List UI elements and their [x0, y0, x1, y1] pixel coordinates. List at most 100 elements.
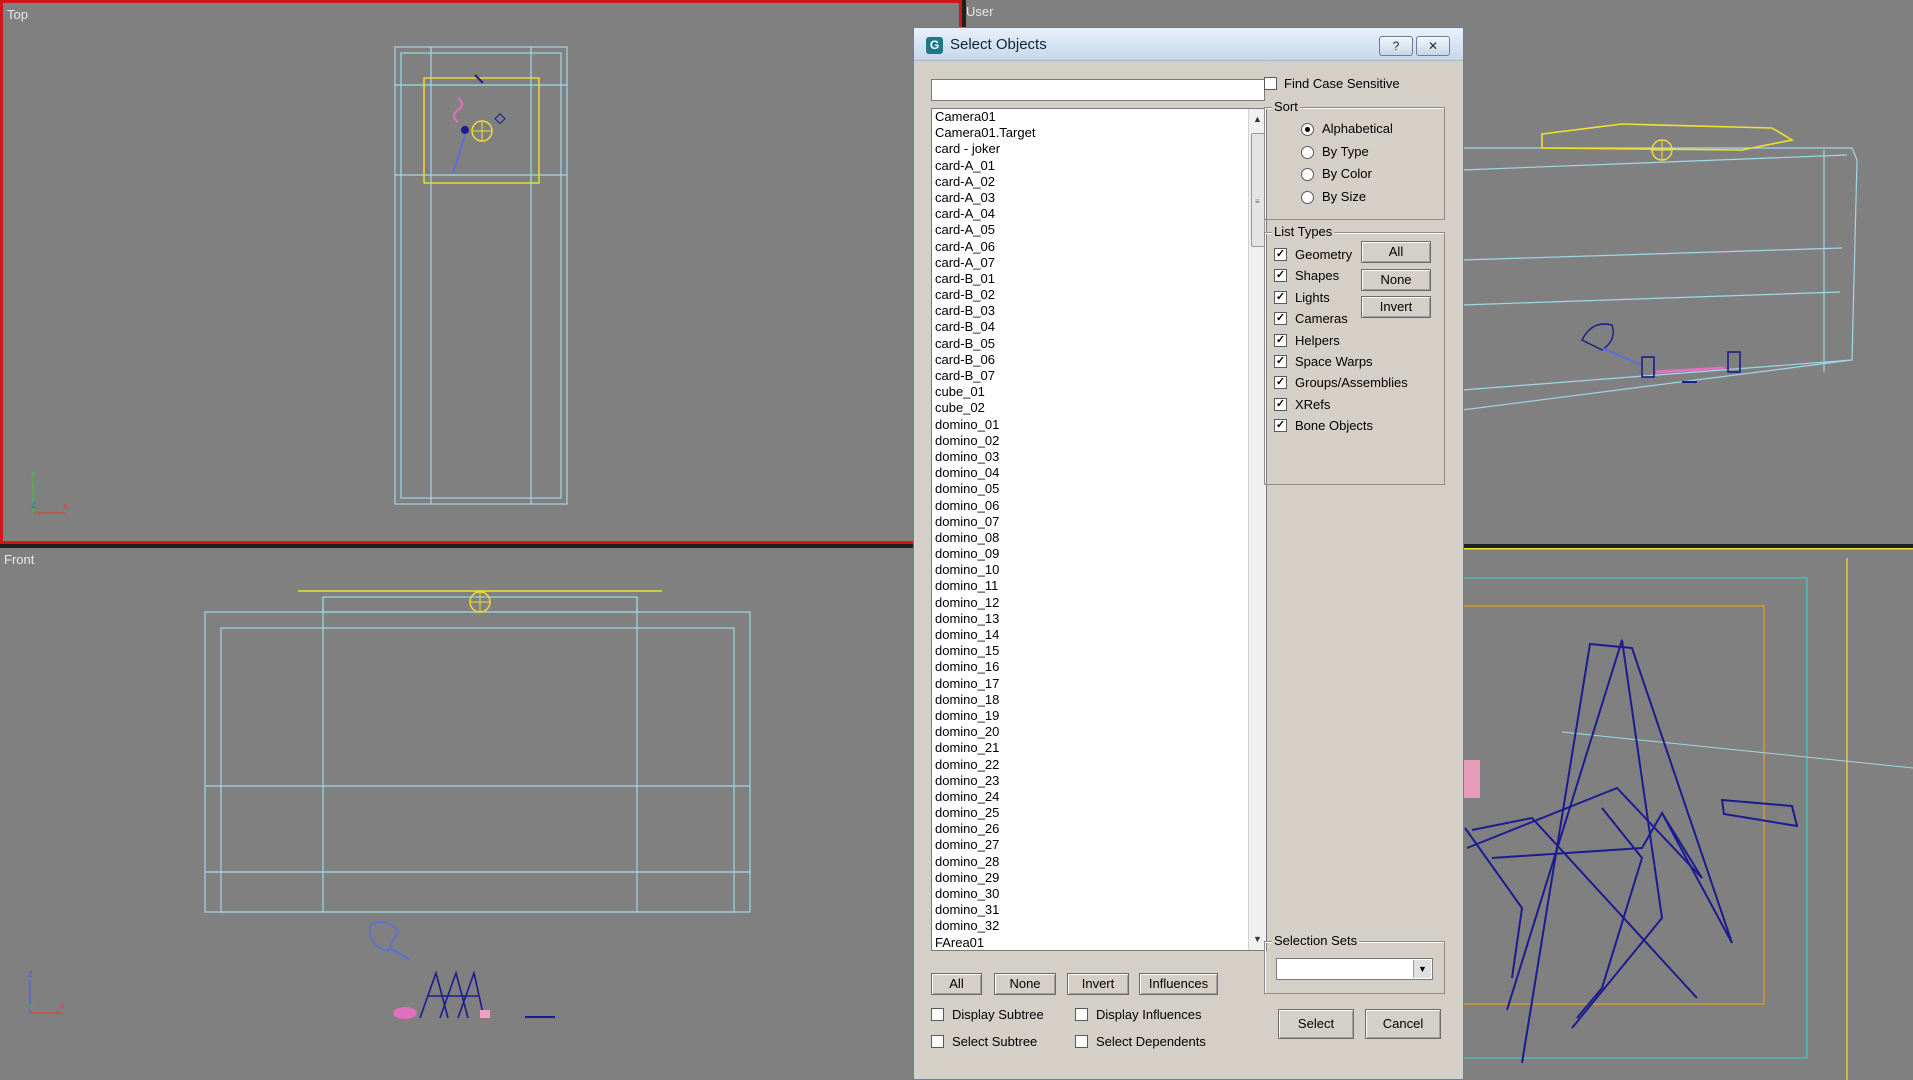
- display-subtree-label[interactable]: Display Subtree: [952, 1007, 1044, 1022]
- list-type-helpers-checkbox[interactable]: ✓: [1274, 333, 1287, 347]
- list-item[interactable]: card-A_02: [932, 174, 1249, 190]
- list-type-groups-assemblies-label[interactable]: Groups/Assemblies: [1295, 375, 1408, 390]
- list-item[interactable]: card-B_01: [932, 271, 1249, 287]
- list-item[interactable]: card-B_06: [932, 352, 1249, 368]
- list-item[interactable]: domino_10: [932, 562, 1249, 578]
- list-type-shapes-checkbox[interactable]: ✓: [1274, 269, 1287, 283]
- list-item[interactable]: domino_13: [932, 611, 1249, 627]
- list-item[interactable]: domino_11: [932, 578, 1249, 594]
- list-type-bone-objects-checkbox[interactable]: ✓: [1274, 419, 1287, 433]
- select-none-button[interactable]: None: [994, 973, 1056, 995]
- list-item[interactable]: domino_28: [932, 854, 1249, 870]
- select-all-button[interactable]: All: [931, 973, 982, 995]
- list-item[interactable]: Camera01.Target: [932, 125, 1249, 141]
- search-input[interactable]: [931, 79, 1265, 101]
- list-type-xrefs-label[interactable]: XRefs: [1295, 397, 1330, 412]
- list-item[interactable]: card-A_05: [932, 222, 1249, 238]
- chevron-down-icon[interactable]: ▼: [1413, 960, 1431, 978]
- scroll-thumb[interactable]: ≡: [1251, 133, 1265, 247]
- list-type-geometry-label[interactable]: Geometry: [1295, 247, 1352, 262]
- select-button[interactable]: Select: [1278, 1009, 1354, 1039]
- object-list[interactable]: Camera01 Camera01.Target card - joker card-…: [931, 108, 1267, 951]
- list-item[interactable]: domino_02: [932, 433, 1249, 449]
- list-item[interactable]: domino_23: [932, 773, 1249, 789]
- display-influences-checkbox[interactable]: [1075, 1008, 1088, 1021]
- list-item[interactable]: domino_09: [932, 546, 1249, 562]
- sort-by-size-radio[interactable]: [1301, 191, 1314, 204]
- find-case-sensitive-checkbox[interactable]: [1264, 77, 1277, 90]
- sort-alphabetical-radio[interactable]: [1301, 123, 1314, 136]
- sort-by-type-radio[interactable]: [1301, 146, 1314, 159]
- list-item[interactable]: card-A_06: [932, 239, 1249, 255]
- list-type-xrefs-checkbox[interactable]: ✓: [1274, 397, 1287, 411]
- list-item[interactable]: domino_24: [932, 789, 1249, 805]
- list-item[interactable]: domino_29: [932, 870, 1249, 886]
- select-subtree-checkbox[interactable]: [931, 1035, 944, 1048]
- sort-by-size-label[interactable]: By Size: [1322, 189, 1366, 204]
- list-item[interactable]: domino_06: [932, 498, 1249, 514]
- select-influences-button[interactable]: Influences: [1139, 973, 1218, 995]
- list-item[interactable]: domino_07: [932, 514, 1249, 530]
- list-item[interactable]: domino_20: [932, 724, 1249, 740]
- list-item[interactable]: domino_08: [932, 530, 1249, 546]
- list-item[interactable]: domino_19: [932, 708, 1249, 724]
- list-item[interactable]: card-A_04: [932, 206, 1249, 222]
- sort-alphabetical-label[interactable]: Alphabetical: [1322, 121, 1393, 136]
- list-type-lights-label[interactable]: Lights: [1295, 290, 1330, 305]
- list-item[interactable]: card - joker: [932, 141, 1249, 157]
- list-type-bone-objects-label[interactable]: Bone Objects: [1295, 418, 1373, 433]
- list-item[interactable]: domino_30: [932, 886, 1249, 902]
- list-type-helpers-label[interactable]: Helpers: [1295, 333, 1340, 348]
- help-button[interactable]: ?: [1379, 36, 1413, 56]
- viewport-front[interactable]: Front x z y: [0, 548, 962, 1080]
- list-item[interactable]: domino_26: [932, 821, 1249, 837]
- list-item[interactable]: domino_16: [932, 659, 1249, 675]
- list-type-cameras-checkbox[interactable]: ✓: [1274, 312, 1287, 326]
- list-item[interactable]: domino_14: [932, 627, 1249, 643]
- list-item[interactable]: card-A_07: [932, 255, 1249, 271]
- list-type-cameras-label[interactable]: Cameras: [1295, 311, 1348, 326]
- list-types-all-button[interactable]: All: [1361, 241, 1431, 263]
- list-item[interactable]: card-A_03: [932, 190, 1249, 206]
- list-item[interactable]: domino_12: [932, 595, 1249, 611]
- list-item[interactable]: cube_01: [932, 384, 1249, 400]
- list-item[interactable]: card-B_02: [932, 287, 1249, 303]
- find-case-sensitive-label[interactable]: Find Case Sensitive: [1284, 76, 1400, 91]
- list-item[interactable]: domino_03: [932, 449, 1249, 465]
- list-type-shapes-label[interactable]: Shapes: [1295, 268, 1339, 283]
- list-item[interactable]: domino_17: [932, 676, 1249, 692]
- list-item[interactable]: domino_01: [932, 417, 1249, 433]
- list-item[interactable]: FArea01: [932, 935, 1249, 950]
- select-dependents-checkbox[interactable]: [1075, 1035, 1088, 1048]
- display-subtree-checkbox[interactable]: [931, 1008, 944, 1021]
- list-types-none-button[interactable]: None: [1361, 269, 1431, 291]
- list-type-geometry-checkbox[interactable]: ✓: [1274, 248, 1287, 261]
- sort-by-color-radio[interactable]: [1301, 168, 1314, 181]
- list-item[interactable]: domino_04: [932, 465, 1249, 481]
- list-type-space-warps-label[interactable]: Space Warps: [1295, 354, 1373, 369]
- list-type-space-warps-checkbox[interactable]: ✓: [1274, 355, 1287, 368]
- list-item[interactable]: card-B_03: [932, 303, 1249, 319]
- close-button[interactable]: ✕: [1416, 36, 1450, 56]
- list-item[interactable]: card-B_04: [932, 319, 1249, 335]
- list-item[interactable]: domino_15: [932, 643, 1249, 659]
- viewport-top[interactable]: Top x y z: [0, 0, 962, 544]
- list-type-lights-checkbox[interactable]: ✓: [1274, 290, 1287, 304]
- select-invert-button[interactable]: Invert: [1067, 973, 1129, 995]
- list-item[interactable]: domino_22: [932, 757, 1249, 773]
- list-item[interactable]: cube_02: [932, 400, 1249, 416]
- list-item[interactable]: domino_32: [932, 918, 1249, 934]
- select-dependents-label[interactable]: Select Dependents: [1096, 1034, 1206, 1049]
- select-subtree-label[interactable]: Select Subtree: [952, 1034, 1037, 1049]
- list-item[interactable]: domino_05: [932, 481, 1249, 497]
- display-influences-label[interactable]: Display Influences: [1096, 1007, 1202, 1022]
- list-item[interactable]: domino_27: [932, 837, 1249, 853]
- sort-by-color-label[interactable]: By Color: [1322, 166, 1372, 181]
- cancel-button[interactable]: Cancel: [1365, 1009, 1441, 1039]
- list-item[interactable]: card-A_01: [932, 158, 1249, 174]
- dialog-titlebar[interactable]: G Select Objects ? ✕: [914, 28, 1463, 61]
- list-item[interactable]: domino_25: [932, 805, 1249, 821]
- list-item[interactable]: domino_18: [932, 692, 1249, 708]
- list-item[interactable]: domino_31: [932, 902, 1249, 918]
- list-item[interactable]: card-B_05: [932, 336, 1249, 352]
